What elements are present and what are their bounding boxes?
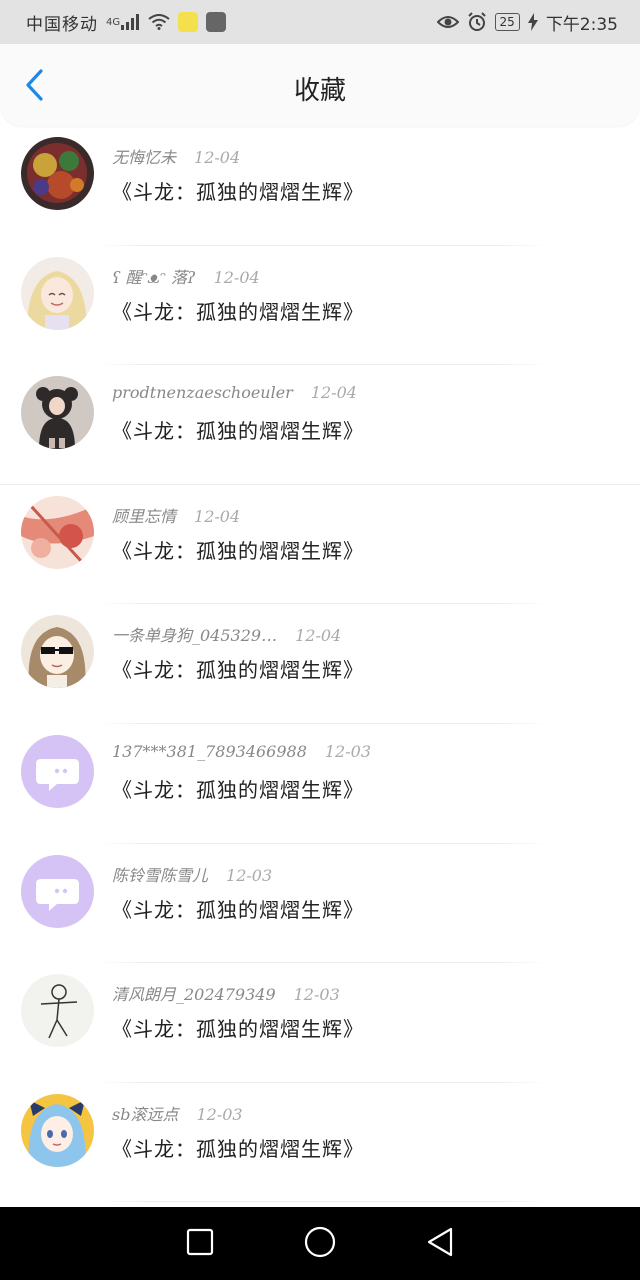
- favorite-title[interactable]: 《斗龙：孤独的熠熠生辉》: [112, 415, 364, 444]
- item-meta: 一条单身狗_045329… 12-04: [112, 622, 341, 646]
- list-item[interactable]: 清风朗月_202479349 12-03 《斗龙：孤独的熠熠生辉》: [0, 963, 640, 1083]
- date: 12-04: [213, 267, 260, 287]
- username: sb滚远点: [112, 1104, 179, 1124]
- system-nav-bar: [0, 1207, 640, 1280]
- username: 陈铃雪陈雪儿: [112, 865, 209, 885]
- avatar[interactable]: [21, 137, 94, 210]
- hms-notification-icon: [206, 12, 227, 32]
- eye-icon: [436, 14, 459, 30]
- home-button[interactable]: [298, 1222, 342, 1266]
- wifi-icon: [148, 14, 170, 30]
- username: 清风朗月_202479349: [112, 985, 276, 1005]
- page-title: 收藏: [293, 76, 346, 106]
- list-item[interactable]: 137***381_7893466988 12-03 《斗龙：孤独的熠熠生辉》: [0, 724, 640, 844]
- date: 12-03: [324, 741, 371, 761]
- favorite-title[interactable]: 《斗龙：孤独的熠熠生辉》: [112, 535, 364, 564]
- favorite-title[interactable]: 《斗龙：孤独的熠熠生辉》: [112, 894, 364, 923]
- item-meta: 陈铃雪陈雪儿 12-03: [112, 862, 272, 886]
- item-meta: 137***381_7893466988 12-03: [112, 742, 371, 761]
- item-meta: 清风朗月_202479349 12-03: [112, 981, 340, 1005]
- date: 12-04: [194, 506, 241, 526]
- list-item[interactable]: sb滚远点 12-03 《斗龙：孤独的熠熠生辉》: [0, 1083, 640, 1203]
- clock: 下午2:35: [545, 14, 618, 35]
- carrier-label: 中国移动: [26, 14, 98, 35]
- alarm-icon: [467, 12, 487, 32]
- list-item[interactable]: 顾里忘情 12-04 《斗龙：孤独的熠熠生辉》: [0, 485, 640, 605]
- list-item[interactable]: 陈铃雪陈雪儿 12-03 《斗龙：孤独的熠熠生辉》: [0, 844, 640, 964]
- back-nav-button[interactable]: [418, 1222, 462, 1266]
- date: 12-04: [310, 383, 357, 403]
- status-bar: 中国移动 4G 25 下午2:35: [0, 0, 640, 44]
- avatar[interactable]: [21, 734, 94, 808]
- status-right: 25 下午2:35: [436, 10, 618, 35]
- square-icon: [186, 1228, 214, 1260]
- item-meta: ʕ 醒ᵔᴥᵔ 落ʔ 12-04: [112, 264, 260, 288]
- date: 12-04: [295, 626, 342, 646]
- item-meta: 顾里忘情 12-04: [112, 503, 240, 527]
- status-left: 中国移动 4G: [26, 10, 227, 35]
- recent-apps-button[interactable]: [178, 1222, 222, 1266]
- avatar[interactable]: [21, 854, 94, 928]
- list-item[interactable]: ʕ 醒ᵔᴥᵔ 落ʔ 12-04 《斗龙：孤独的熠熠生辉》: [0, 246, 640, 366]
- header: 收藏: [0, 44, 640, 126]
- battery-level: 25: [494, 13, 520, 31]
- list-item[interactable]: 无悔忆未 12-04 《斗龙：孤独的熠熠生辉》: [0, 126, 640, 246]
- triangle-back-icon: [426, 1227, 454, 1261]
- favorite-title[interactable]: 《斗龙：孤独的熠熠生辉》: [112, 1013, 364, 1042]
- circle-icon: [304, 1226, 336, 1262]
- avatar[interactable]: [21, 615, 94, 689]
- username: 137***381_7893466988: [112, 741, 307, 761]
- date: 12-03: [196, 1104, 243, 1124]
- favorite-title[interactable]: 《斗龙：孤独的熠熠生辉》: [112, 774, 364, 803]
- date: 12-03: [293, 985, 340, 1005]
- username: 无悔忆未: [112, 148, 177, 167]
- list-item[interactable]: prodtnenzaeschoeuler 12-04 《斗龙：孤独的熠熠生辉》: [0, 365, 640, 485]
- app-notification-icon: [178, 12, 199, 32]
- item-meta: 无悔忆未 12-04: [112, 144, 240, 168]
- avatar[interactable]: [21, 1093, 94, 1167]
- favorite-title[interactable]: 《斗龙：孤独的熠熠生辉》: [112, 654, 364, 683]
- avatar[interactable]: [21, 376, 94, 450]
- signal-icon: 4G: [106, 14, 140, 30]
- list-item[interactable]: 一条单身狗_045329… 12-04 《斗龙：孤独的熠熠生辉》: [0, 604, 640, 724]
- username: prodtnenzaeschoeuler: [112, 383, 293, 403]
- username: 一条单身狗_045329…: [112, 626, 278, 646]
- favorites-list: 无悔忆未 12-04 《斗龙：孤独的熠熠生辉》 ʕ 醒ᵔᴥᵔ 落ʔ 12-04 《斗…: [0, 126, 640, 1203]
- username: 顾里忘情: [112, 506, 177, 526]
- username: ʕ 醒ᵔᴥᵔ 落ʔ: [112, 267, 196, 287]
- item-meta: sb滚远点 12-03: [112, 1101, 243, 1125]
- avatar[interactable]: [21, 256, 94, 330]
- avatar[interactable]: [21, 974, 94, 1048]
- network-type: 4G: [106, 16, 121, 28]
- avatar[interactable]: [21, 495, 94, 569]
- divider: [96, 1201, 550, 1203]
- favorite-title[interactable]: 《斗龙：孤独的熠熠生辉》: [112, 1133, 364, 1162]
- charging-icon: [527, 13, 538, 31]
- item-meta: prodtnenzaeschoeuler 12-04: [112, 383, 357, 402]
- favorite-title[interactable]: 《斗龙：孤独的熠熠生辉》: [112, 296, 364, 325]
- date: 12-03: [226, 865, 273, 885]
- date: 12-04: [194, 148, 241, 167]
- favorite-title[interactable]: 《斗龙：孤独的熠熠生辉》: [112, 176, 364, 205]
